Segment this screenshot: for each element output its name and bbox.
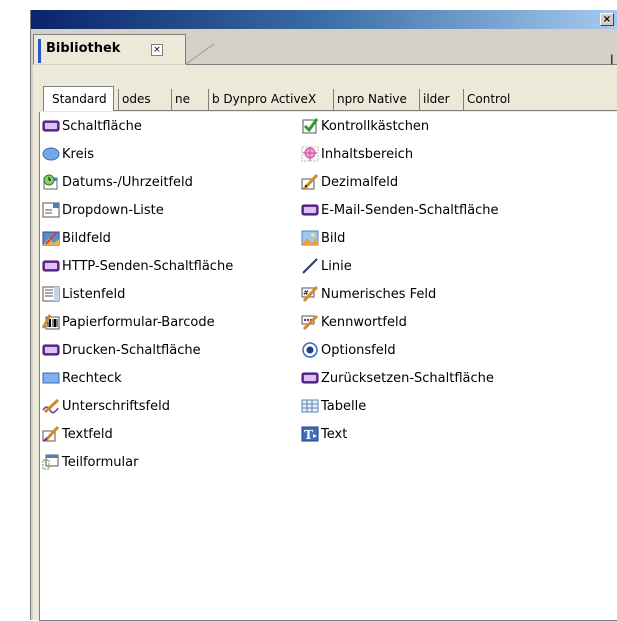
button-icon [42,258,60,274]
list-item[interactable]: Zurücksetzen-Schaltfläche [301,367,494,389]
list-item[interactable]: Textfeld [42,423,113,445]
item-label: Drucken-Schaltfläche [62,342,201,358]
image-icon [301,230,319,246]
list-item[interactable]: Kontrollkästchen [301,115,429,137]
list-item[interactable]: HTTP-Senden-Schaltfläche [42,255,233,277]
datetime-icon [42,174,60,190]
list-item[interactable]: Datums-/Uhrzeitfeld [42,171,193,193]
item-label: Unterschriftsfeld [62,398,170,414]
list-item[interactable]: Rechteck [42,367,122,389]
list-item[interactable]: Dezimalfeld [301,171,398,193]
textfield-icon [42,426,60,442]
table-icon [301,398,319,414]
tab-standard[interactable]: Standard [43,86,114,111]
signature-icon [42,398,60,414]
item-label: Linie [321,258,352,274]
list-item[interactable]: Bild [301,227,345,249]
subform-icon [42,454,60,470]
list-item[interactable]: Kreis [42,143,94,165]
item-label: HTTP-Senden-Schaltfläche [62,258,234,274]
list-item[interactable]: Tabelle [301,395,366,417]
library-content: Standard odes ne b Dynpro ActiveX npro N… [33,65,617,621]
item-label: Teilformular [62,454,139,470]
contentarea-icon [301,146,319,162]
list-item[interactable]: Kennwortfeld [301,311,407,333]
item-label: Dezimalfeld [321,174,399,190]
item-label: Bild [321,230,346,246]
list-item[interactable]: Listenfeld [42,283,125,305]
barcode-icon [42,314,60,330]
item-label: Dropdown-Liste [62,202,164,218]
panel-grip[interactable] [38,39,41,63]
list-item[interactable]: # Numerisches Feld [301,283,436,305]
list-item[interactable]: Bildfeld [42,227,111,249]
item-label: Datums-/Uhrzeitfeld [62,174,193,190]
list-item[interactable]: Dropdown-Liste [42,199,164,221]
tab-bilder[interactable]: ilder [419,89,450,110]
dropdown-icon [42,202,60,218]
list-item[interactable]: Unterschriftsfeld [42,395,170,417]
svg-text:T: T [304,428,313,442]
radio-icon [301,342,319,358]
list-item[interactable]: Drucken-Schaltfläche [42,339,201,361]
item-label: Zurücksetzen-Schaltfläche [321,370,494,386]
item-label: Optionsfeld [321,342,396,358]
panel-tab-fragment[interactable]: | [610,54,614,65]
line-icon [301,258,319,274]
item-label: Papierformular-Barcode [62,314,215,330]
item-label: Rechteck [62,370,122,386]
rectangle-icon [42,370,60,386]
tab-barcodes[interactable]: odes [118,89,151,110]
item-label: Bildfeld [62,230,111,246]
button-icon [301,202,319,218]
item-label: Kontrollkästchen [321,118,430,134]
imagefield-icon [42,230,60,246]
panel-title: Bibliothek [46,41,121,56]
numeric-icon: # [301,286,319,302]
button-icon [42,118,60,134]
tab-web-dynpro-activex[interactable]: b Dynpro ActiveX [208,89,317,110]
title-bar: × [31,10,617,29]
object-list: Schaltfläche Kreis Datums-/Uhrzeitfeld D… [39,112,617,621]
item-label: Tabelle [321,398,367,414]
library-window: × Bibliothek × | Standard odes ne b Dynp… [30,10,617,621]
tabs-baseline [43,110,617,111]
item-label: E-Mail-Senden-Schaltfläche [321,202,499,218]
password-icon [301,314,319,330]
text-icon: T [301,426,319,442]
button-icon [42,342,60,358]
list-item[interactable]: E-Mail-Senden-Schaltfläche [301,199,499,221]
item-label: Kreis [62,146,94,162]
tab-benutzerdefiniert[interactable]: ne [171,89,190,110]
item-label: Inhaltsbereich [321,146,414,162]
list-item[interactable]: Linie [301,255,352,277]
item-label: Numerisches Feld [321,286,437,302]
listbox-icon [42,286,60,302]
panel-close-button[interactable]: × [151,44,163,56]
list-item[interactable]: Papierformular-Barcode [42,311,215,333]
tab-controls[interactable]: Control [463,89,511,110]
list-item[interactable]: Schaltfläche [42,115,142,137]
list-item[interactable]: T Text [301,423,347,445]
tab-web-dynpro-native[interactable]: npro Native [333,89,407,110]
checkbox-icon [301,118,319,134]
decimal-icon [301,174,319,190]
item-label: Kennwortfeld [321,314,407,330]
item-label: Textfeld [62,426,113,442]
panel-tab-divider [186,44,617,65]
list-item[interactable]: Teilformular [42,451,138,473]
button-icon [301,370,319,386]
panel-tab-bibliothek[interactable]: Bibliothek × [33,34,186,64]
category-tabs: Standard odes ne b Dynpro ActiveX npro N… [43,86,617,111]
list-item[interactable]: Inhaltsbereich [301,143,413,165]
item-label: Text [321,426,348,442]
item-label: Listenfeld [62,286,126,302]
circle-icon [42,146,60,162]
window-close-button[interactable]: × [600,13,614,26]
item-label: Schaltfläche [62,118,142,134]
list-item[interactable]: Optionsfeld [301,339,396,361]
